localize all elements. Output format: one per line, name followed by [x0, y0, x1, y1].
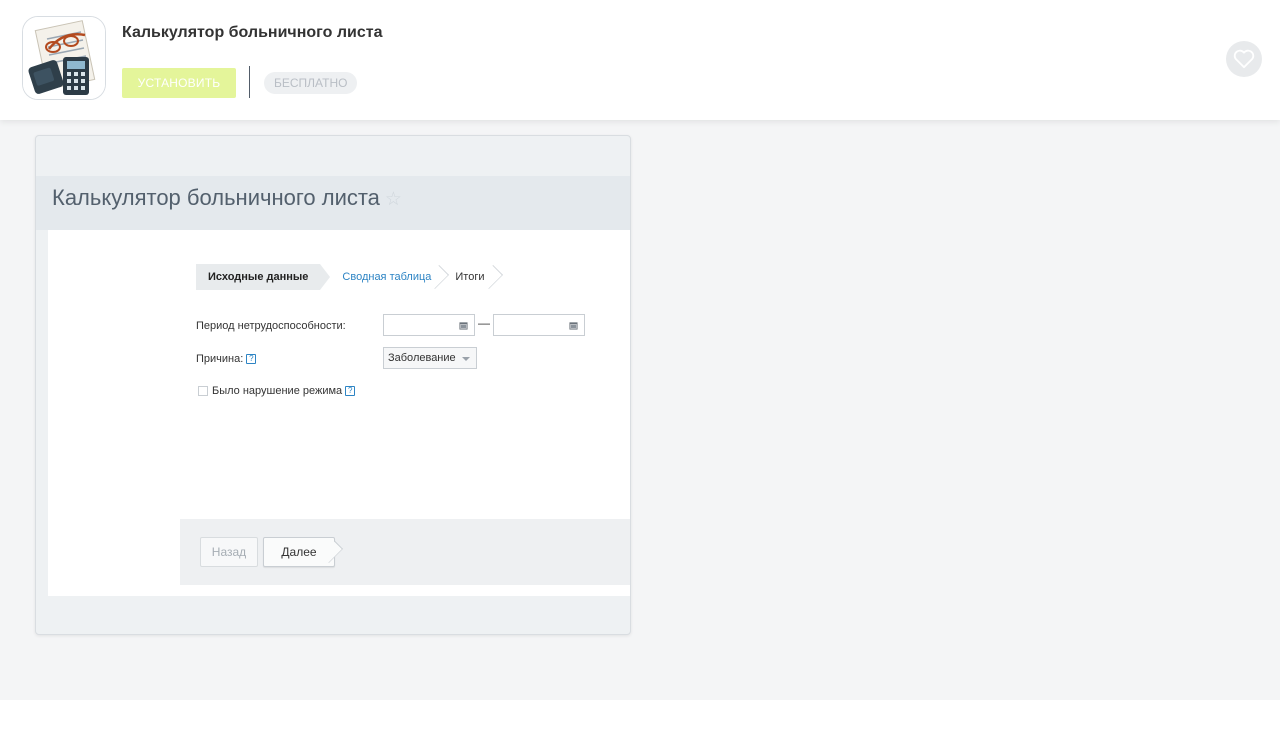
app-screenshot[interactable]: Калькулятор больничного листа ☆ Исходные …	[35, 135, 631, 635]
next-button-label: Далее	[281, 545, 317, 559]
reason-select[interactable]: Заболевание	[383, 347, 477, 369]
calculator-app-icon	[23, 17, 105, 99]
screenshot-gallery: Калькулятор больничного листа ☆ Исходные …	[0, 120, 1280, 700]
step-summary-table[interactable]: Сводная таблица	[320, 264, 450, 290]
app-header: Калькулятор больничного листа УСТАНОВИТЬ…	[0, 0, 1280, 120]
help-icon[interactable]: ?	[246, 354, 257, 365]
heart-icon	[1233, 49, 1255, 69]
calendar-icon[interactable]	[452, 315, 474, 335]
reason-label: Причина:?	[196, 353, 257, 365]
date-from-field[interactable]	[383, 314, 475, 336]
reason-select-value: Заболевание	[388, 352, 456, 364]
chevron-down-icon	[462, 357, 470, 361]
screenshot-title: Калькулятор больничного листа ☆	[52, 185, 402, 211]
step-summary-table-label: Сводная таблица	[342, 271, 432, 283]
header-divider	[249, 66, 250, 98]
step-source-data[interactable]: Исходные данные	[196, 264, 331, 290]
reason-label-text: Причина:	[196, 353, 244, 365]
step-results[interactable]: Итоги	[441, 264, 503, 290]
install-button[interactable]: УСТАНОВИТЬ	[122, 68, 236, 98]
wizard-footer: Назад Далее	[180, 519, 630, 585]
app-icon	[22, 16, 106, 100]
favorite-button[interactable]	[1226, 41, 1262, 77]
price-badge: БЕСПЛАТНО	[264, 72, 358, 94]
screenshot-title-bar: Калькулятор больничного листа ☆	[36, 176, 630, 230]
date-to-field[interactable]	[493, 314, 585, 336]
app-title: Калькулятор больничного листа	[122, 24, 383, 41]
back-button[interactable]: Назад	[200, 537, 258, 567]
calendar-icon[interactable]	[562, 315, 584, 335]
violation-label-text: Было нарушение режима	[212, 385, 343, 397]
step-separator	[478, 264, 503, 290]
wizard-panel: Исходные данные Сводная таблица Итоги Пе…	[48, 230, 630, 596]
help-icon[interactable]: ?	[345, 386, 356, 397]
period-label: Период нетрудоспособности:	[196, 320, 346, 332]
wizard-steps: Исходные данные Сводная таблица Итоги	[196, 264, 503, 290]
next-button[interactable]: Далее	[263, 537, 335, 567]
date-range-dash: —	[478, 316, 490, 330]
screenshot-title-text: Калькулятор больничного листа	[52, 185, 380, 210]
violation-label: Было нарушение режима?	[212, 385, 356, 397]
star-icon: ☆	[384, 189, 402, 210]
violation-checkbox[interactable]	[198, 386, 208, 396]
